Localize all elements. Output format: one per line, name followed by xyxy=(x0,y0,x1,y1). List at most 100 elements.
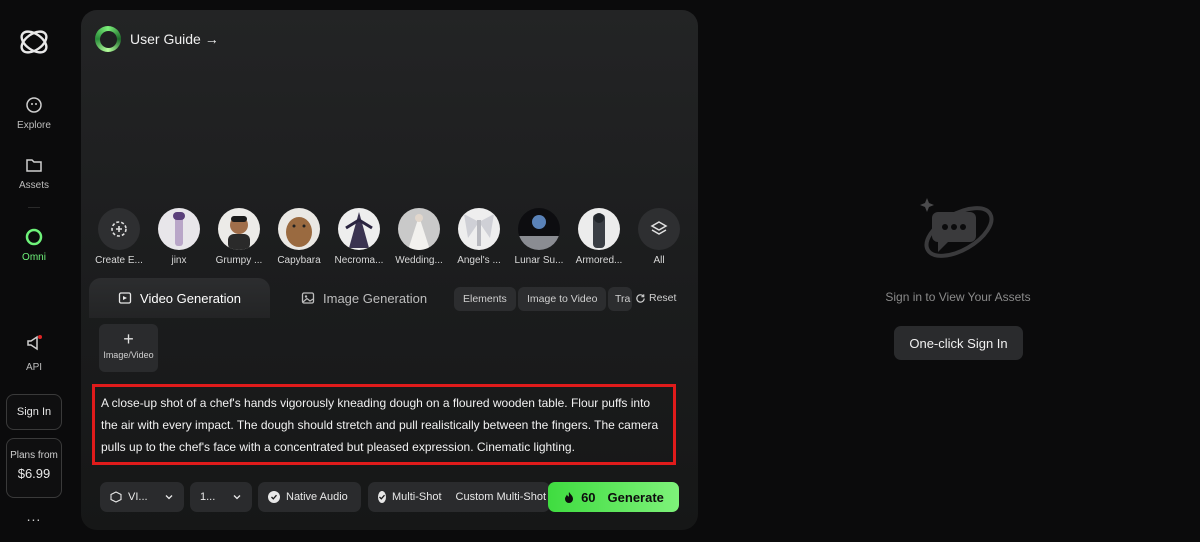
tab-image-generation[interactable]: Image Generation xyxy=(301,278,427,318)
character-necromancer[interactable]: Necroma... xyxy=(329,208,389,266)
character-all[interactable]: All xyxy=(629,208,689,266)
multi-shot-label: Multi-Shot xyxy=(392,491,442,503)
left-sidebar: Explore Assets Omni API Sign In Plans fr… xyxy=(0,0,68,542)
character-label: Wedding... xyxy=(395,255,443,266)
jinx-portrait xyxy=(173,212,185,246)
avatar xyxy=(518,208,560,250)
generate-label: Generate xyxy=(607,489,664,505)
omni-icon xyxy=(25,228,43,246)
reset-label: Reset xyxy=(649,292,677,304)
capybara-portrait xyxy=(286,217,312,247)
tab-video-label: Video Generation xyxy=(140,290,241,306)
check-icon xyxy=(268,491,280,503)
character-label: Grumpy ... xyxy=(215,255,263,266)
nav-api-label: API xyxy=(25,362,43,373)
reset-icon xyxy=(636,293,645,303)
sidebar-sign-in-label: Sign In xyxy=(16,406,52,418)
wedding-portrait xyxy=(408,214,430,250)
avatar xyxy=(338,208,380,250)
generate-button[interactable]: 60 Generate xyxy=(548,482,679,512)
avatar xyxy=(278,208,320,250)
grumpy-portrait xyxy=(228,216,250,250)
folder-icon xyxy=(26,159,42,172)
video-icon xyxy=(118,292,132,304)
nav-omni[interactable]: Omni xyxy=(0,228,68,263)
chip-truncated[interactable]: Tra xyxy=(608,287,632,311)
upload-image-video-button[interactable]: + Image/Video xyxy=(99,324,158,372)
avatar xyxy=(638,208,680,250)
character-wedding[interactable]: Wedding... xyxy=(389,208,449,266)
cube-icon xyxy=(110,491,122,503)
user-guide-icon xyxy=(95,26,121,52)
character-label: Necroma... xyxy=(334,255,384,266)
model-select[interactable]: VI... xyxy=(100,482,184,512)
model-value: VI... xyxy=(128,491,148,503)
credits-value: 60 xyxy=(581,489,596,505)
upload-label: Image/Video xyxy=(103,350,154,360)
image-icon xyxy=(301,292,315,304)
character-label: Capybara xyxy=(277,255,321,266)
nav-explore[interactable]: Explore xyxy=(0,96,68,131)
armored-portrait xyxy=(593,213,605,248)
sidebar-sign-in-button[interactable]: Sign In xyxy=(6,394,62,430)
more-menu-button[interactable]: ... xyxy=(0,508,68,524)
layers-icon xyxy=(650,221,668,235)
flame-icon xyxy=(565,491,574,503)
generation-controls: VI... 1... Native Audio Multi-Shot Custo… xyxy=(81,482,698,512)
character-label: jinx xyxy=(171,255,187,266)
generation-panel: User Guide → Create E... jinx Grumpy ...… xyxy=(81,10,698,530)
multi-shot-toggle[interactable]: Multi-Shot Custom Multi-Shot xyxy=(368,482,550,512)
nav-assets-label: Assets xyxy=(18,180,49,191)
plus-icon: + xyxy=(123,329,134,349)
nav-explore-label: Explore xyxy=(17,120,51,131)
character-jinx[interactable]: jinx xyxy=(149,208,209,266)
chip-elements[interactable]: Elements xyxy=(454,287,516,311)
character-armored[interactable]: Armored... xyxy=(569,208,629,266)
avatar xyxy=(98,208,140,250)
assets-sign-in-message: Sign in to View Your Assets xyxy=(885,290,1031,304)
reset-button[interactable]: Reset xyxy=(635,292,676,304)
ratio-select[interactable]: 1... xyxy=(190,482,252,512)
chevron-down-icon xyxy=(165,495,173,500)
avatar xyxy=(158,208,200,250)
avatar xyxy=(458,208,500,250)
avatar xyxy=(218,208,260,250)
plans-label: Plans from xyxy=(10,450,58,461)
sidebar-divider xyxy=(28,207,40,208)
user-guide-label: User Guide → xyxy=(130,31,219,47)
character-create-element[interactable]: Create E... xyxy=(89,208,149,266)
one-click-sign-in-button[interactable]: One-click Sign In xyxy=(894,326,1023,360)
check-icon xyxy=(378,491,386,503)
character-lunar[interactable]: Lunar Su... xyxy=(509,208,569,266)
assets-chat-icon xyxy=(920,198,994,258)
character-grumpy[interactable]: Grumpy ... xyxy=(209,208,269,266)
plans-price: $6.99 xyxy=(17,466,51,481)
user-guide-link[interactable]: User Guide → xyxy=(95,26,219,52)
nav-omni-label: Omni xyxy=(22,252,46,263)
tab-video-generation[interactable]: Video Generation xyxy=(89,278,270,318)
one-click-sign-in-label: One-click Sign In xyxy=(909,335,1008,351)
necromancer-portrait xyxy=(345,212,373,248)
chip-image-to-video[interactable]: Image to Video xyxy=(518,287,607,311)
create-element-icon xyxy=(111,221,127,237)
angel-portrait xyxy=(464,214,494,246)
explore-icon xyxy=(26,97,42,113)
nav-assets[interactable]: Assets xyxy=(0,156,68,191)
prompt-input[interactable]: A close-up shot of a chef's hands vigoro… xyxy=(92,384,676,465)
character-strip: Create E... jinx Grumpy ... Capybara Nec… xyxy=(89,208,689,266)
character-capybara[interactable]: Capybara xyxy=(269,208,329,266)
character-angel[interactable]: Angel's ... xyxy=(449,208,509,266)
character-label: Lunar Su... xyxy=(514,255,564,266)
megaphone-icon xyxy=(27,335,42,351)
plans-button[interactable]: Plans from $6.99 xyxy=(6,438,62,498)
native-audio-toggle[interactable]: Native Audio xyxy=(258,482,361,512)
chevron-down-icon xyxy=(233,495,241,500)
native-audio-label: Native Audio xyxy=(286,491,348,503)
avatar xyxy=(398,208,440,250)
character-label: Armored... xyxy=(575,255,623,266)
ratio-value: 1... xyxy=(200,491,216,503)
character-label: Create E... xyxy=(95,255,143,266)
app-logo-icon[interactable] xyxy=(16,24,52,60)
character-label: All xyxy=(653,255,665,266)
nav-api[interactable]: API xyxy=(0,334,68,373)
